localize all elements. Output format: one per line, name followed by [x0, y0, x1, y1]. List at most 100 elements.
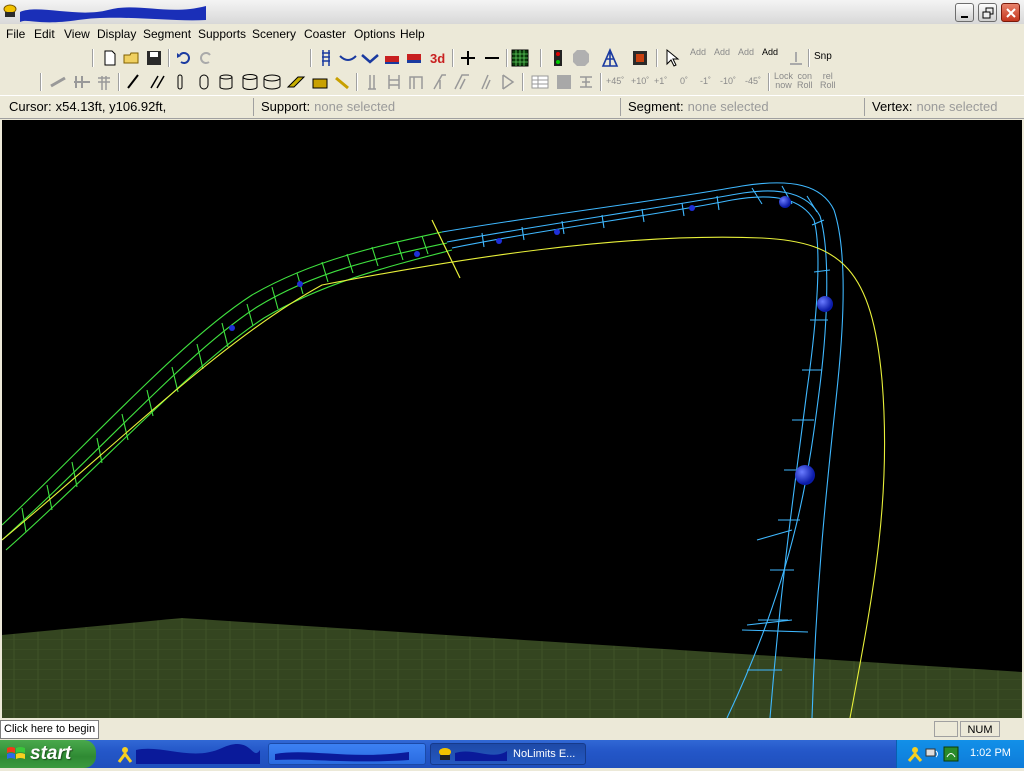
select-arrow-button[interactable]: [662, 48, 682, 68]
scenery-button[interactable]: [630, 48, 650, 68]
roll-plus-1-button[interactable]: +1˚: [654, 77, 667, 86]
track-node[interactable]: [689, 205, 695, 211]
messenger-tray-icon[interactable]: [907, 746, 923, 762]
cylinder-wide-button[interactable]: [262, 72, 282, 92]
track-node[interactable]: [795, 465, 815, 485]
redo-button[interactable]: [196, 48, 216, 68]
con-roll-button[interactable]: con Roll: [797, 72, 813, 90]
support-tool-button[interactable]: [600, 48, 620, 68]
grid-button[interactable]: [510, 48, 530, 68]
support-column-button[interactable]: [362, 72, 382, 92]
roll-plus-10-button[interactable]: +10˚: [631, 77, 649, 86]
track-dip-button[interactable]: [360, 48, 380, 68]
app-icon[interactable]: [2, 3, 18, 19]
train-red-blue-icon: [407, 54, 421, 63]
roll-plus-45-button[interactable]: +45˚: [606, 77, 624, 86]
3d-view-button[interactable]: 3d: [428, 48, 448, 68]
traffic-light-button[interactable]: [548, 48, 568, 68]
undo-button[interactable]: [174, 48, 194, 68]
network-tray-icon[interactable]: [925, 746, 941, 762]
close-button[interactable]: [1001, 3, 1020, 22]
snap-button[interactable]: Snp: [814, 52, 832, 62]
roll-minus-1-button[interactable]: -1˚: [700, 77, 711, 86]
transfer-button[interactable]: [332, 72, 352, 92]
selected-track-segment[interactable]: [2, 231, 453, 551]
menu-display[interactable]: Display: [97, 27, 136, 41]
3d-viewport[interactable]: [2, 120, 1022, 718]
support-angle-button[interactable]: [430, 72, 450, 92]
title-bar[interactable]: [0, 0, 1024, 25]
support-tower-icon: [601, 48, 619, 67]
start-button[interactable]: start: [0, 740, 96, 768]
taskbar-nolimits-button[interactable]: NoLimits E...: [430, 743, 586, 765]
track-node[interactable]: [496, 238, 502, 244]
cylinder-medium-button[interactable]: [216, 72, 236, 92]
taskbar-clock[interactable]: 1:02 PM: [970, 747, 1011, 759]
track-nodes[interactable]: [229, 196, 833, 485]
solid-view-button[interactable]: [554, 72, 574, 92]
add-vertex-label[interactable]: Add: [690, 48, 706, 57]
menu-help[interactable]: Help: [400, 27, 425, 41]
cylinder-thin-button[interactable]: [170, 72, 190, 92]
menu-file[interactable]: File: [6, 27, 25, 41]
lock-now-button[interactable]: Lock now: [774, 72, 793, 90]
roll-minus-10-button[interactable]: -10˚: [720, 77, 736, 86]
cylinder-large-button[interactable]: [240, 72, 260, 92]
add-support-label[interactable]: Add: [738, 48, 754, 57]
support-frame-button[interactable]: [384, 72, 404, 92]
support-end-button[interactable]: [498, 72, 518, 92]
track-curve-button[interactable]: [338, 48, 358, 68]
menu-edit[interactable]: Edit: [34, 27, 55, 41]
support-double-angle-button[interactable]: [452, 72, 472, 92]
track-vertical-button[interactable]: [316, 48, 336, 68]
track-node[interactable]: [229, 325, 235, 331]
segment-boundary-marker[interactable]: [431, 219, 461, 279]
support-arch-button[interactable]: [406, 72, 426, 92]
roll-minus-45-button[interactable]: -45˚: [745, 77, 761, 86]
menu-scenery[interactable]: Scenery: [252, 27, 296, 41]
track-node[interactable]: [297, 281, 303, 287]
rel-roll-button[interactable]: rel Roll: [820, 72, 836, 90]
new-file-button[interactable]: [100, 48, 120, 68]
menu-segment[interactable]: Segment: [143, 27, 191, 41]
track-scene[interactable]: [2, 120, 1022, 718]
align-button[interactable]: [576, 72, 596, 92]
train-red-button[interactable]: [382, 48, 402, 68]
stop-button[interactable]: [571, 48, 591, 68]
track-segment[interactable]: [441, 182, 844, 718]
rail-tool-button[interactable]: [48, 72, 68, 92]
pen-tool-button[interactable]: [124, 72, 144, 92]
cylinder-small-button[interactable]: [194, 72, 214, 92]
menu-view[interactable]: View: [64, 27, 90, 41]
open-file-button[interactable]: [122, 48, 142, 68]
footer-button[interactable]: [786, 48, 806, 68]
table-view-button[interactable]: [530, 72, 550, 92]
zoom-out-button[interactable]: [482, 48, 502, 68]
track-node[interactable]: [554, 229, 560, 235]
app-tray-icon[interactable]: [943, 746, 959, 762]
menu-supports[interactable]: Supports: [198, 27, 246, 41]
save-button[interactable]: [144, 48, 164, 68]
minimize-button[interactable]: [955, 3, 974, 22]
track-node[interactable]: [779, 196, 791, 208]
track-node[interactable]: [414, 251, 420, 257]
rail-tie-button[interactable]: [72, 72, 92, 92]
menu-coaster[interactable]: Coaster: [304, 27, 346, 41]
station-button[interactable]: [310, 72, 330, 92]
double-pen-button[interactable]: [148, 72, 168, 92]
add-node-label[interactable]: Add: [762, 48, 778, 57]
begin-hint[interactable]: Click here to begin: [0, 720, 100, 739]
restore-button[interactable]: [978, 3, 997, 22]
segment-label: Segment:: [628, 99, 684, 114]
roll-zero-button[interactable]: 0˚: [680, 77, 688, 86]
toolbar-separator: [40, 73, 42, 91]
train-red-blue-button[interactable]: [404, 48, 424, 68]
menu-options[interactable]: Options: [354, 27, 395, 41]
block-brake-button[interactable]: [286, 72, 306, 92]
support-slant-button[interactable]: [476, 72, 496, 92]
rail-cross-button[interactable]: [94, 72, 114, 92]
taskbar-window-button[interactable]: [268, 743, 426, 765]
track-node[interactable]: [817, 296, 833, 312]
add-segment-label[interactable]: Add: [714, 48, 730, 57]
zoom-in-button[interactable]: [458, 48, 478, 68]
